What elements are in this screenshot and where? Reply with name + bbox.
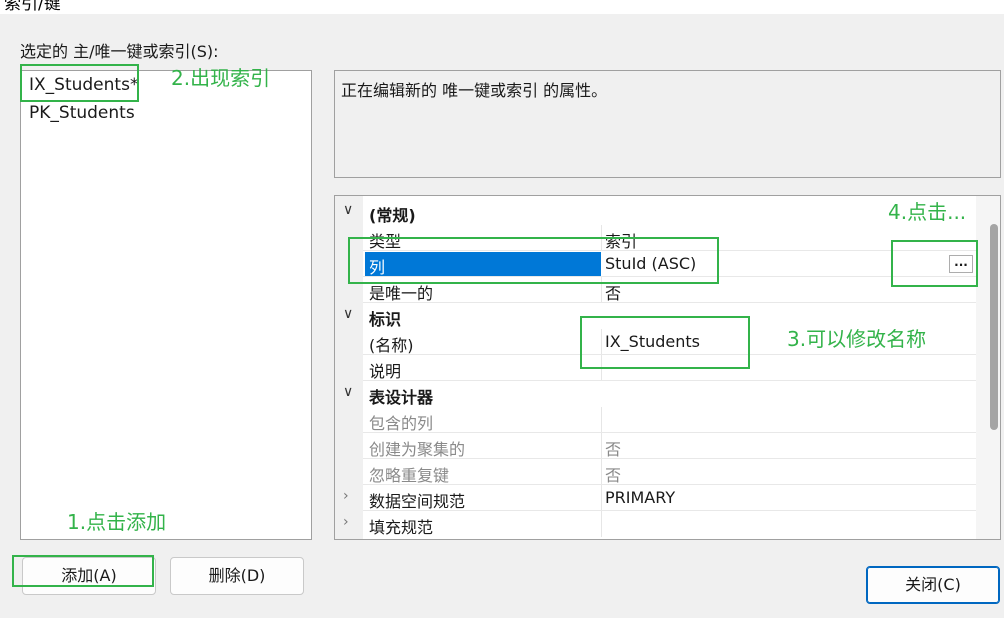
prop-name: 说明: [369, 362, 402, 381]
property-grid[interactable]: ∨ (常规) 类型 索引 列 StuId (ASC) 是唯一的 否 ∨ 标识 (…: [334, 195, 1001, 540]
list-item-ix-students[interactable]: IX_Students*: [29, 75, 138, 95]
prop-row-columns[interactable]: 列 StuId (ASC): [335, 251, 977, 277]
category-label: (常规): [369, 206, 416, 225]
prop-name: 忽略重复键: [369, 466, 450, 485]
prop-name: 类型: [369, 232, 402, 251]
scrollbar-thumb[interactable]: [990, 224, 998, 430]
prop-name: 列: [369, 258, 386, 277]
window-title: 索引/键: [4, 0, 61, 14]
prop-row-included-columns[interactable]: 包含的列: [335, 407, 977, 433]
prop-name: 填充规范: [369, 518, 434, 537]
prop-name: 是唯一的: [369, 284, 434, 303]
category-general[interactable]: ∨ (常规): [335, 199, 977, 225]
column-divider: [601, 459, 602, 485]
selected-index-label: 选定的 主/唯一键或索引(S):: [20, 42, 219, 61]
prop-value: PRIMARY: [605, 488, 676, 507]
prop-name: 创建为聚集的: [369, 440, 466, 459]
prop-value[interactable]: IX_Students: [605, 332, 700, 351]
description-box: 正在编辑新的 唯一键或索引 的属性。: [334, 70, 1001, 178]
annotation-step-3: 3.可以修改名称: [787, 327, 927, 351]
chevron-right-icon[interactable]: ›: [343, 514, 349, 530]
column-divider: [601, 485, 602, 511]
column-divider: [601, 355, 602, 381]
column-divider: [601, 277, 602, 303]
list-item-pk-students[interactable]: PK_Students: [29, 103, 135, 123]
chevron-down-icon[interactable]: ∨: [343, 384, 353, 400]
add-button[interactable]: 添加(A): [22, 557, 156, 595]
annotation-step-2: 2.出现索引: [171, 66, 271, 90]
prop-name: (名称): [369, 336, 414, 355]
chevron-down-icon[interactable]: ∨: [343, 202, 353, 218]
prop-row-fill-spec[interactable]: › 填充规范: [335, 511, 977, 537]
prop-value: 否: [605, 440, 622, 459]
prop-value: 否: [605, 466, 622, 485]
annotation-step-4: 4.点击...: [888, 200, 967, 224]
chevron-down-icon[interactable]: ∨: [343, 306, 353, 322]
prop-value: 否: [605, 284, 622, 303]
title-bar: 索引/键: [0, 0, 1004, 14]
prop-value: StuId (ASC): [605, 254, 697, 273]
column-divider: [601, 329, 602, 355]
column-divider: [601, 407, 602, 433]
selection-highlight: [365, 252, 601, 276]
index-listbox[interactable]: IX_Students* PK_Students: [20, 70, 312, 540]
category-label: 标识: [369, 310, 402, 329]
prop-name: 包含的列: [369, 414, 434, 433]
prop-row-data-space[interactable]: › 数据空间规范 PRIMARY: [335, 485, 977, 511]
columns-ellipsis-button[interactable]: ...: [949, 255, 973, 273]
grid-scrollbar[interactable]: [976, 196, 1000, 539]
column-divider: [601, 225, 602, 251]
prop-value: 索引: [605, 232, 638, 251]
prop-row-description[interactable]: 说明: [335, 355, 977, 381]
prop-row-type[interactable]: 类型 索引: [335, 225, 977, 251]
annotation-step-1: 1.点击添加: [67, 510, 167, 534]
prop-row-is-unique[interactable]: 是唯一的 否: [335, 277, 977, 303]
prop-name: 数据空间规范: [369, 492, 466, 511]
column-divider: [601, 511, 602, 537]
delete-button[interactable]: 删除(D): [170, 557, 304, 595]
column-divider: [601, 433, 602, 459]
category-table-designer[interactable]: ∨ 表设计器: [335, 381, 977, 407]
prop-row-ignore-dup-keys[interactable]: 忽略重复键 否: [335, 459, 977, 485]
chevron-right-icon[interactable]: ›: [343, 488, 349, 504]
prop-row-clustered[interactable]: 创建为聚集的 否: [335, 433, 977, 459]
category-label: 表设计器: [369, 388, 434, 407]
close-button[interactable]: 关闭(C): [866, 566, 1000, 604]
description-text: 正在编辑新的 唯一键或索引 的属性。: [341, 81, 608, 100]
